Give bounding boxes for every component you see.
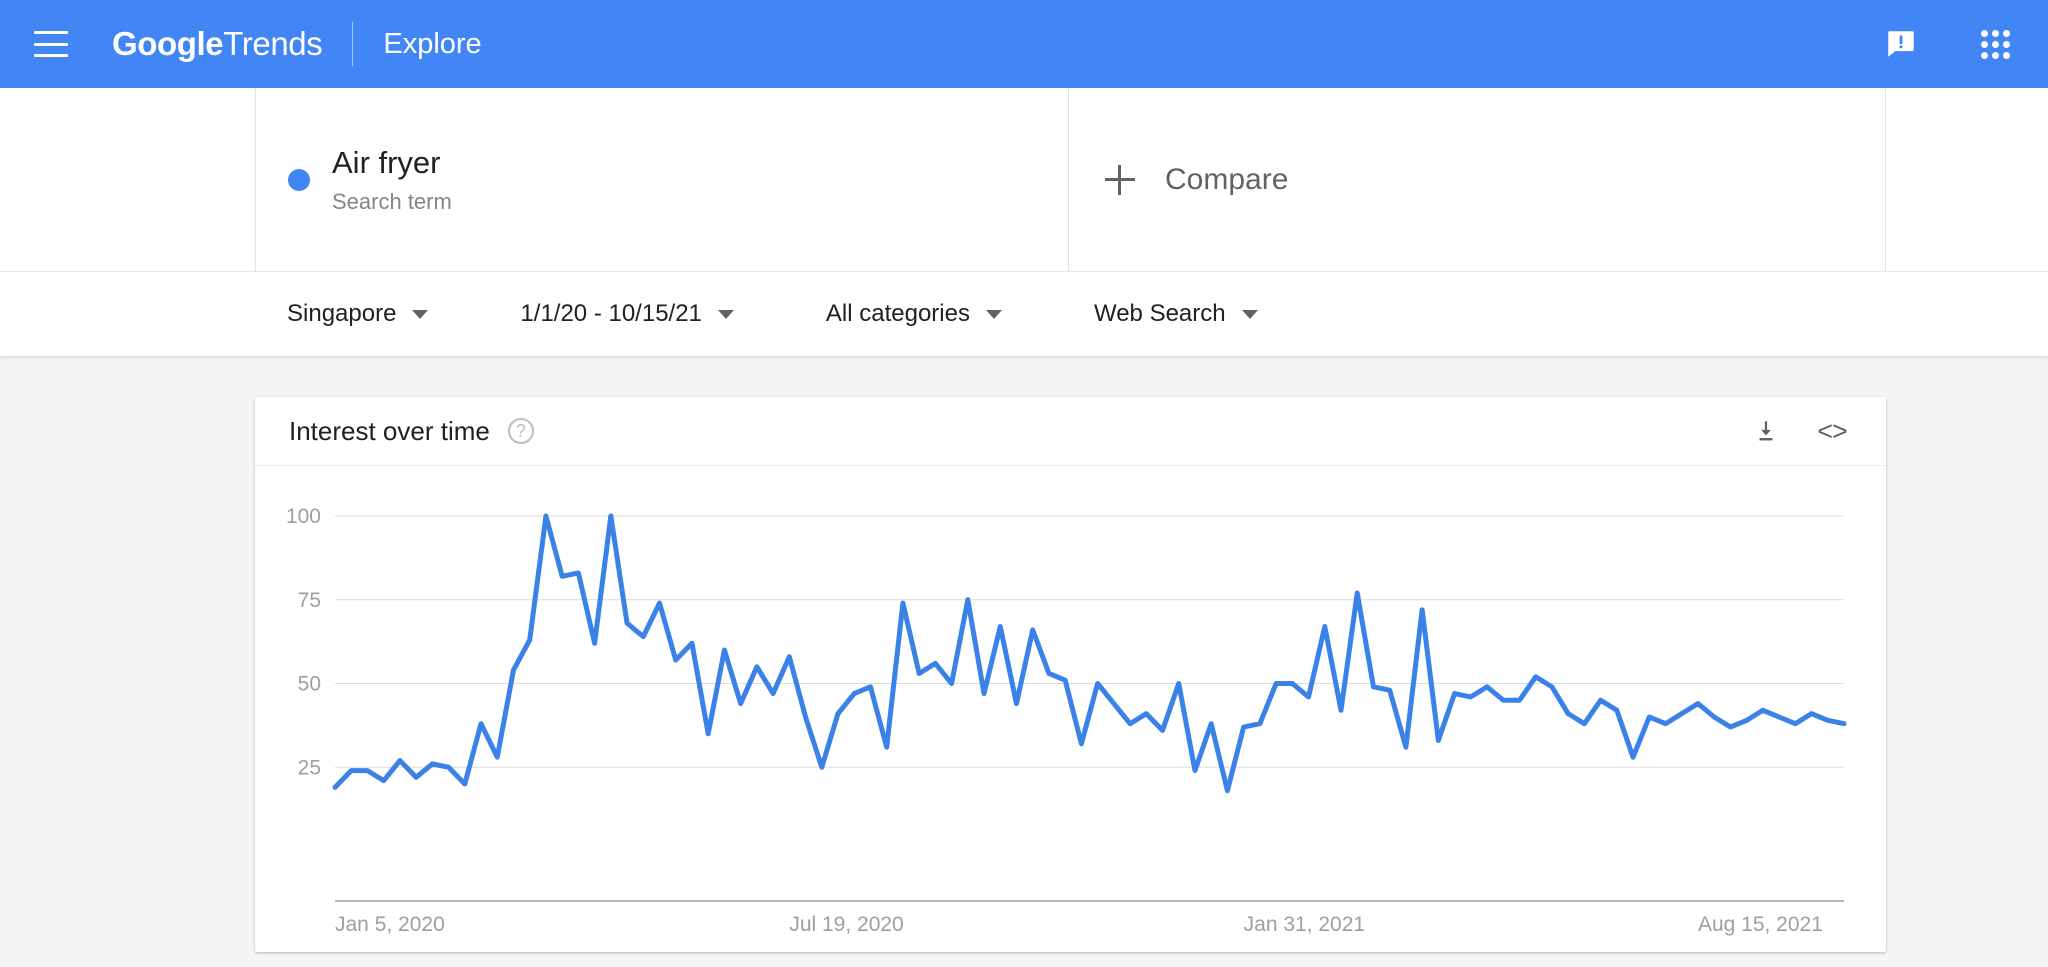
chart-card-actions: <> [1720, 411, 1852, 451]
filter-search-type-label: Web Search [1093, 300, 1226, 327]
apps-dot [1981, 41, 1988, 48]
chevron-down-icon [412, 309, 429, 319]
plus-icon [1105, 164, 1135, 195]
search-term-text: Air fryer Search term [332, 144, 452, 215]
chevron-down-icon [985, 309, 1002, 319]
embed-glyph: <> [1817, 415, 1848, 446]
google-apps-grid-icon[interactable] [1972, 21, 2018, 67]
apps-dot [1981, 30, 1988, 37]
chevron-down-icon [1241, 309, 1258, 319]
brand-google: Google [112, 25, 224, 62]
filter-location-label: Singapore [287, 300, 397, 327]
search-term-title: Air fryer [332, 145, 441, 181]
filter-date-range-label: 1/1/20 - 10/15/21 [520, 300, 702, 327]
apps-dot [1981, 52, 1988, 59]
help-circle-icon[interactable]: ? [507, 418, 534, 444]
embed-code-icon[interactable]: <> [1812, 411, 1852, 451]
chart-title: Interest over time [289, 415, 490, 446]
appbar-actions [1878, 21, 2018, 67]
x-axis-tick-label: Jan 5, 2020 [335, 913, 445, 936]
brand-trends: Trends [223, 25, 323, 62]
search-term-subtitle: Search term [332, 188, 452, 214]
y-axis-tick-label: 50 [298, 673, 321, 696]
feedback-icon[interactable] [1878, 21, 1924, 67]
top-app-bar: GoogleTrends Explore [0, 0, 2048, 88]
hamburger-menu-icon[interactable] [34, 31, 68, 57]
filter-category-label: All categories [825, 300, 970, 327]
filter-search-type[interactable]: Web Search [1094, 300, 1258, 328]
y-axis-tick-label: 100 [286, 505, 321, 528]
google-trends-logo[interactable]: GoogleTrends [112, 25, 323, 63]
hamburger-bar [34, 42, 68, 46]
interest-over-time-card: Interest over time ? <> 25 50 75 100 Jan 5, … [255, 397, 1886, 952]
filter-bar: Singapore 1/1/20 - 10/15/21 All categori… [0, 271, 2048, 356]
appbar-divider [352, 22, 354, 66]
search-term-card[interactable]: Air fryer Search term [255, 88, 1069, 271]
chart-card-header: Interest over time ? <> [255, 397, 1886, 466]
query-row: Air fryer Search term Compare [0, 88, 2048, 271]
x-axis-tick-label: Jan 31, 2021 [1244, 913, 1365, 936]
apps-dot [2003, 41, 2010, 48]
series-color-dot [288, 168, 310, 191]
apps-dot [1992, 52, 1999, 59]
y-axis-tick-label: 25 [298, 756, 321, 779]
series-line-air-fryer[interactable] [332, 513, 1847, 794]
download-icon[interactable] [1746, 411, 1786, 451]
compare-label: Compare [1165, 162, 1289, 196]
interest-over-time-line-chart[interactable]: 25 50 75 100 Jan 5, 2020 Jul 19, 2020 Jan 31, … [255, 466, 1886, 952]
page-body: Interest over time ? <> 25 50 75 100 Jan 5, … [0, 356, 2048, 967]
x-axis-tick-label: Jul 19, 2020 [789, 913, 903, 936]
hamburger-bar [34, 54, 68, 57]
filter-date-range[interactable]: 1/1/20 - 10/15/21 [520, 300, 734, 328]
filter-location[interactable]: Singapore [287, 300, 429, 328]
x-axis-tick-label: Aug 15, 2021 [1698, 913, 1823, 936]
chart-plot-area[interactable]: 25 50 75 100 Jan 5, 2020 Jul 19, 2020 Jan 31, … [255, 466, 1886, 952]
add-comparison-button[interactable]: Compare [1069, 88, 1886, 271]
apps-dot [2003, 30, 2010, 37]
filter-category[interactable]: All categories [826, 300, 1002, 328]
y-axis-tick-label: 75 [298, 589, 321, 612]
chevron-down-icon [717, 309, 734, 319]
apps-dot [1992, 41, 1999, 48]
explore-nav-item[interactable]: Explore [383, 28, 481, 61]
apps-dot [1992, 30, 1999, 37]
apps-dot [2003, 52, 2010, 59]
hamburger-bar [34, 31, 68, 34]
